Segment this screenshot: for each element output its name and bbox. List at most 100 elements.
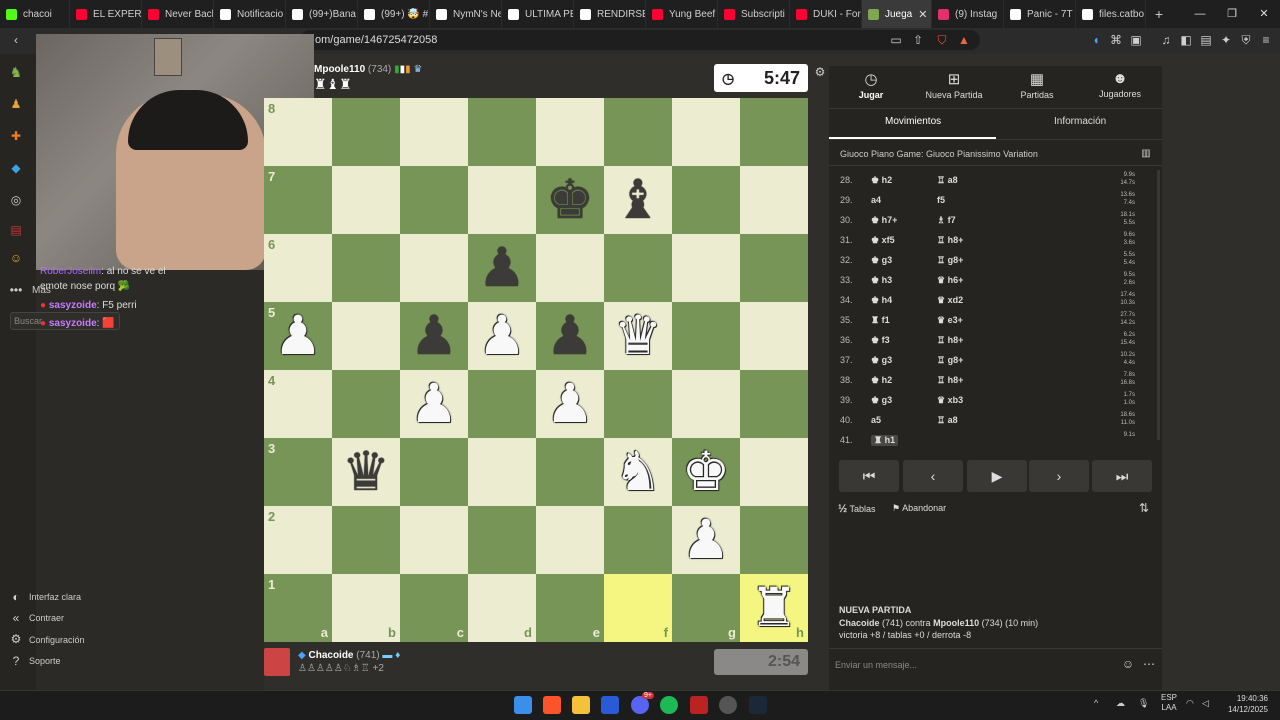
board-square[interactable]: ♛ [604, 302, 672, 370]
white-move[interactable]: ♚ h2 [871, 375, 892, 386]
bottom-player-name[interactable]: Chacoide [308, 650, 353, 661]
board-square[interactable] [740, 98, 808, 166]
first-move-button[interactable]: ⏮ [839, 460, 899, 492]
black-pawn-piece[interactable]: ♟ [468, 234, 536, 302]
tray-chevron-icon[interactable]: ^ [1094, 698, 1098, 708]
light-ui-icon[interactable]: ◐ [8, 589, 24, 605]
black-move[interactable]: ♖ a8 [937, 175, 958, 186]
play-icon[interactable]: ♟ [8, 96, 24, 112]
board-square[interactable] [332, 302, 400, 370]
ai-icon[interactable]: ✦ [1218, 32, 1234, 48]
browser-tab[interactable]: ULTIMA PE [502, 0, 574, 28]
file-explorer-icon[interactable] [572, 696, 590, 714]
video-editor-icon[interactable] [690, 696, 708, 714]
browser-tab[interactable]: Panic - 7T [1004, 0, 1076, 28]
white-move[interactable]: ♚ f3 [871, 335, 890, 346]
board-square[interactable]: 2 [264, 506, 332, 574]
tab-play[interactable]: ◷ Jugar [831, 70, 911, 100]
board-square[interactable]: ♟ [468, 234, 536, 302]
board-square[interactable] [740, 506, 808, 574]
board-square[interactable] [400, 166, 468, 234]
white-move[interactable]: ♚ h3 [871, 275, 892, 286]
black-move[interactable]: ♖ h8+ [937, 375, 963, 386]
black-move[interactable]: ♛ e3+ [937, 315, 963, 326]
black-pawn-piece[interactable]: ♟ [536, 302, 604, 370]
black-move[interactable]: ♖ h8+ [937, 235, 963, 246]
browser-tab[interactable]: Juega ✕ [862, 0, 932, 28]
board-square[interactable] [400, 438, 468, 506]
white-move[interactable]: ♚ h2 [871, 175, 892, 186]
board-square[interactable]: ♟ [468, 302, 536, 370]
board-square[interactable] [400, 98, 468, 166]
brave-shield-icon[interactable]: ⛉ [934, 32, 950, 48]
white-move[interactable]: ♚ g3 [871, 255, 892, 266]
browser-tab[interactable]: files.catbo [1076, 0, 1146, 28]
subtab-moves[interactable]: Movimientos [885, 116, 941, 127]
board-square[interactable] [740, 438, 808, 506]
volume-icon[interactable]: ◁ [1202, 698, 1209, 709]
browser-tab[interactable]: chacoi [0, 0, 70, 28]
white-pawn-piece[interactable]: ♟ [468, 302, 536, 370]
copy-pgn-icon[interactable]: ▥ [1138, 146, 1154, 162]
browser-tab[interactable]: Notificacio [214, 0, 286, 28]
board-square[interactable] [740, 166, 808, 234]
board-square[interactable] [604, 98, 672, 166]
browser-tab[interactable]: EL EXPERIM [70, 0, 142, 28]
bing-icon[interactable] [601, 696, 619, 714]
board-square[interactable] [468, 166, 536, 234]
black-move[interactable]: ♖ a8 [937, 415, 958, 426]
black-move[interactable]: ♖ g8+ [937, 355, 963, 366]
sidebar-toggle-icon[interactable]: ◧ [1178, 32, 1194, 48]
board-square[interactable]: ♟ [536, 370, 604, 438]
light-ui-label[interactable]: Interfaz clara [29, 592, 81, 602]
board-square[interactable]: c [400, 574, 468, 642]
board-square[interactable]: 1a [264, 574, 332, 642]
board-square[interactable]: ♟ [400, 302, 468, 370]
board-square[interactable]: h ♜ [740, 574, 808, 642]
board-square[interactable]: ♚ [672, 438, 740, 506]
more-options-icon[interactable]: ⋯ [1141, 656, 1157, 672]
board-square[interactable]: g [672, 574, 740, 642]
vpn-icon[interactable]: ⛨ [1238, 32, 1254, 48]
message-input[interactable]: Enviar un mensaje... [835, 660, 917, 670]
translate-icon[interactable]: ⌘ [1108, 32, 1124, 48]
browser-tab[interactable]: RENDIRSE [574, 0, 646, 28]
browser-tab[interactable]: Subscripti [718, 0, 790, 28]
more-icon[interactable]: ••• [8, 282, 24, 298]
help-icon[interactable]: ? [8, 653, 24, 669]
emoji-icon[interactable]: ☺ [1120, 656, 1136, 672]
back-icon[interactable]: ‹ [8, 32, 24, 48]
board-square[interactable]: 5 ♟ [264, 302, 332, 370]
black-king-piece[interactable]: ♚ [536, 166, 604, 234]
board-square[interactable] [332, 370, 400, 438]
browser-tab[interactable]: Never Back [142, 0, 214, 28]
close-tab-icon[interactable]: ✕ [918, 8, 927, 21]
collapse-label[interactable]: Contraer [29, 613, 64, 623]
subtab-info[interactable]: Información [1054, 116, 1106, 127]
board-square[interactable] [740, 234, 808, 302]
board-square[interactable]: ♛ [332, 438, 400, 506]
settings-icon[interactable]: ⚙ [8, 631, 24, 647]
resign-button[interactable]: ⚑ Abandonar [892, 503, 946, 514]
white-king-piece[interactable]: ♚ [672, 438, 740, 506]
browser-tab[interactable]: Yung Beef [646, 0, 718, 28]
board-square[interactable]: ♚ [536, 166, 604, 234]
board-square[interactable]: ♟ [536, 302, 604, 370]
board-square[interactable] [740, 370, 808, 438]
board-square[interactable] [536, 506, 604, 574]
white-pawn-piece[interactable]: ♟ [672, 506, 740, 574]
board-square[interactable]: 3 [264, 438, 332, 506]
board-square[interactable]: ♞ [604, 438, 672, 506]
wifi-icon[interactable]: ◠ [1186, 698, 1194, 709]
white-rook-piece[interactable]: ♜ [740, 574, 808, 642]
board-square[interactable] [536, 98, 604, 166]
screenshot-icon[interactable]: ▣ [1128, 32, 1144, 48]
watch-icon[interactable]: ◎ [8, 192, 24, 208]
chesscom-logo-icon[interactable]: ♞ [8, 64, 24, 80]
avatar[interactable] [264, 648, 290, 676]
black-queen-piece[interactable]: ♛ [332, 438, 400, 506]
social-icon[interactable]: ☺ [8, 250, 24, 266]
black-move[interactable]: ♗ f7 [937, 215, 956, 226]
white-move[interactable]: a5 [871, 415, 881, 425]
board-square[interactable]: b [332, 574, 400, 642]
